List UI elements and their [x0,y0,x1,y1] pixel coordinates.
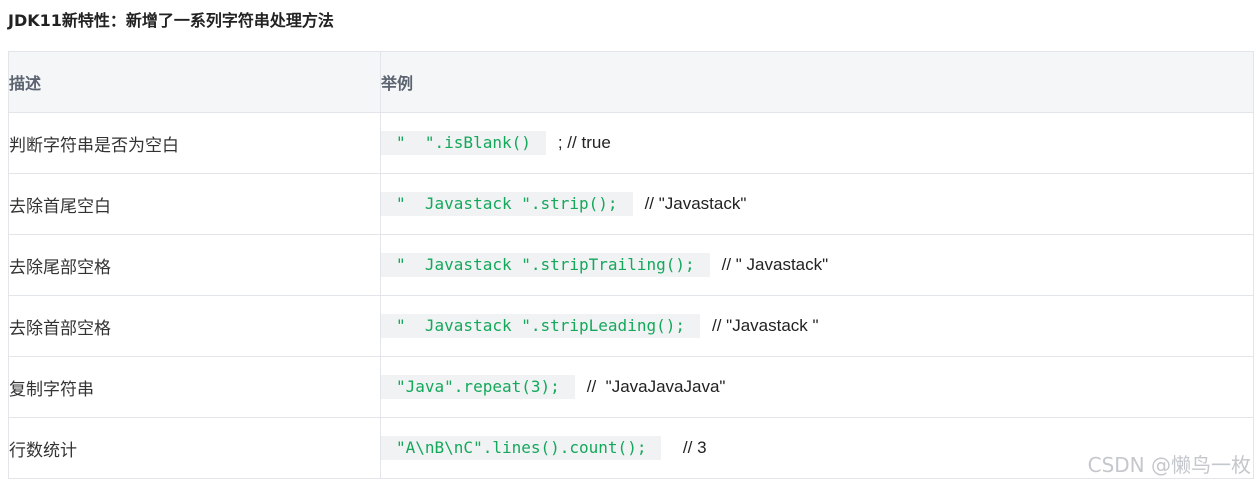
string-methods-table: 描述 举例 判断字符串是否为空白 " ".isBlank(); // true … [8,51,1254,479]
code-snippet: " ".isBlank() [381,131,546,155]
row-example: "Java".repeat(3); // "JavaJavaJava" [380,356,1254,418]
code-comment: // "Javastack " [711,316,819,335]
row-example: " Javastack ".stripLeading(); // "Javasta… [380,295,1254,357]
row-description: 复制字符串 [8,356,381,418]
row-description: 行数统计 [8,417,381,479]
table-row: 去除首部空格 " Javastack ".stripLeading(); // "… [8,295,1254,357]
column-header-description: 描述 [8,51,381,113]
code-snippet: "A\nB\nC".lines().count(); [381,436,662,460]
code-snippet: " Javastack ".stripLeading(); [381,314,700,338]
code-comment: // " Javastack" [721,255,829,274]
code-comment: // "Javastack" [644,194,747,213]
code-comment: // "JavaJavaJava" [586,377,726,396]
code-snippet: " Javastack ".stripTrailing(); [381,253,710,277]
row-description: 去除首尾空白 [8,173,381,235]
row-example: " Javastack ".stripTrailing(); // " Javas… [380,234,1254,296]
table-row: 复制字符串 "Java".repeat(3); // "JavaJavaJava" [8,356,1254,418]
row-description: 去除尾部空格 [8,234,381,296]
table-header-row: 描述 举例 [8,51,1254,113]
table-row: 去除尾部空格 " Javastack ".stripTrailing(); // … [8,234,1254,296]
row-example: " Javastack ".strip(); // "Javastack" [380,173,1254,235]
table-row: 去除首尾空白 " Javastack ".strip(); // "Javasta… [8,173,1254,235]
code-snippet: "Java".repeat(3); [381,375,575,399]
watermark: CSDN @懒鸟一枚 [1087,453,1251,477]
row-description: 去除首部空格 [8,295,381,357]
row-example: " ".isBlank() ; // true [380,112,1254,174]
code-comment: ; // true [557,133,611,152]
row-description: 判断字符串是否为空白 [8,112,381,174]
column-header-example: 举例 [380,51,1254,113]
code-comment: // 3 [673,438,707,457]
table-row: 判断字符串是否为空白 " ".isBlank() ; // true [8,112,1254,174]
table-row: 行数统计 "A\nB\nC".lines().count(); // 3 [8,417,1254,479]
page-title: JDK11新特性：新增了一系列字符串处理方法 [8,11,334,30]
code-snippet: " Javastack ".strip(); [381,192,633,216]
